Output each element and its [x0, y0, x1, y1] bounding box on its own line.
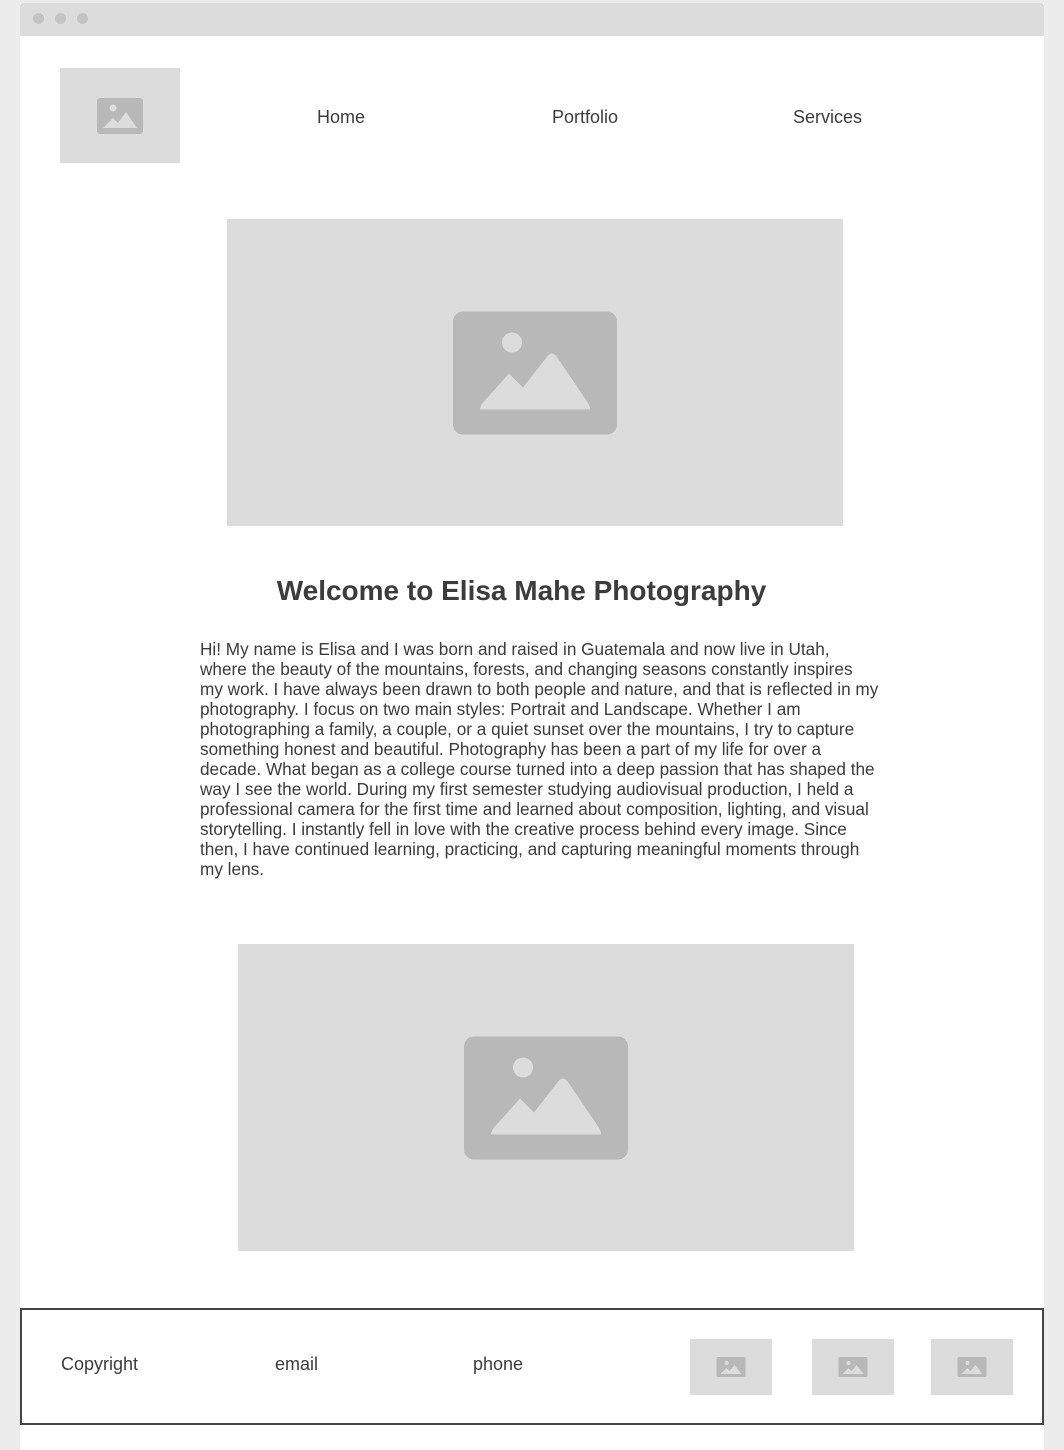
window-titlebar [20, 3, 1044, 36]
footer-copyright: Copyright [61, 1354, 139, 1374]
browser-window: Home Portfolio Services Welcome to Elisa… [20, 3, 1044, 1450]
feature-image [238, 944, 854, 1251]
social-icon-2[interactable] [812, 1339, 894, 1395]
nav-link-portfolio[interactable]: Portfolio [552, 107, 618, 128]
footer-phone[interactable]: phone [473, 1354, 523, 1375]
image-placeholder-icon [957, 1357, 987, 1377]
site-logo[interactable] [60, 68, 180, 163]
image-placeholder-icon [464, 1036, 628, 1159]
image-placeholder-icon [838, 1357, 868, 1377]
image-placeholder-icon [716, 1357, 746, 1377]
intro-paragraph: Hi! My name is Elisa and I was born and … [200, 639, 879, 879]
social-icon-3[interactable] [931, 1339, 1013, 1395]
social-icon-1[interactable] [690, 1339, 772, 1395]
image-placeholder-icon [453, 311, 617, 434]
hero-image [227, 219, 843, 526]
window-maximize-dot[interactable] [77, 13, 88, 24]
image-placeholder-icon [97, 97, 143, 134]
site-footer: Copyright email phone [20, 1308, 1044, 1425]
nav-link-services[interactable]: Services [793, 107, 862, 128]
window-minimize-dot[interactable] [55, 13, 66, 24]
footer-email[interactable]: email [275, 1354, 318, 1375]
page-title: Welcome to Elisa Mahe Photography [276, 575, 767, 606]
nav-link-home[interactable]: Home [317, 107, 365, 128]
window-close-dot[interactable] [33, 13, 44, 24]
